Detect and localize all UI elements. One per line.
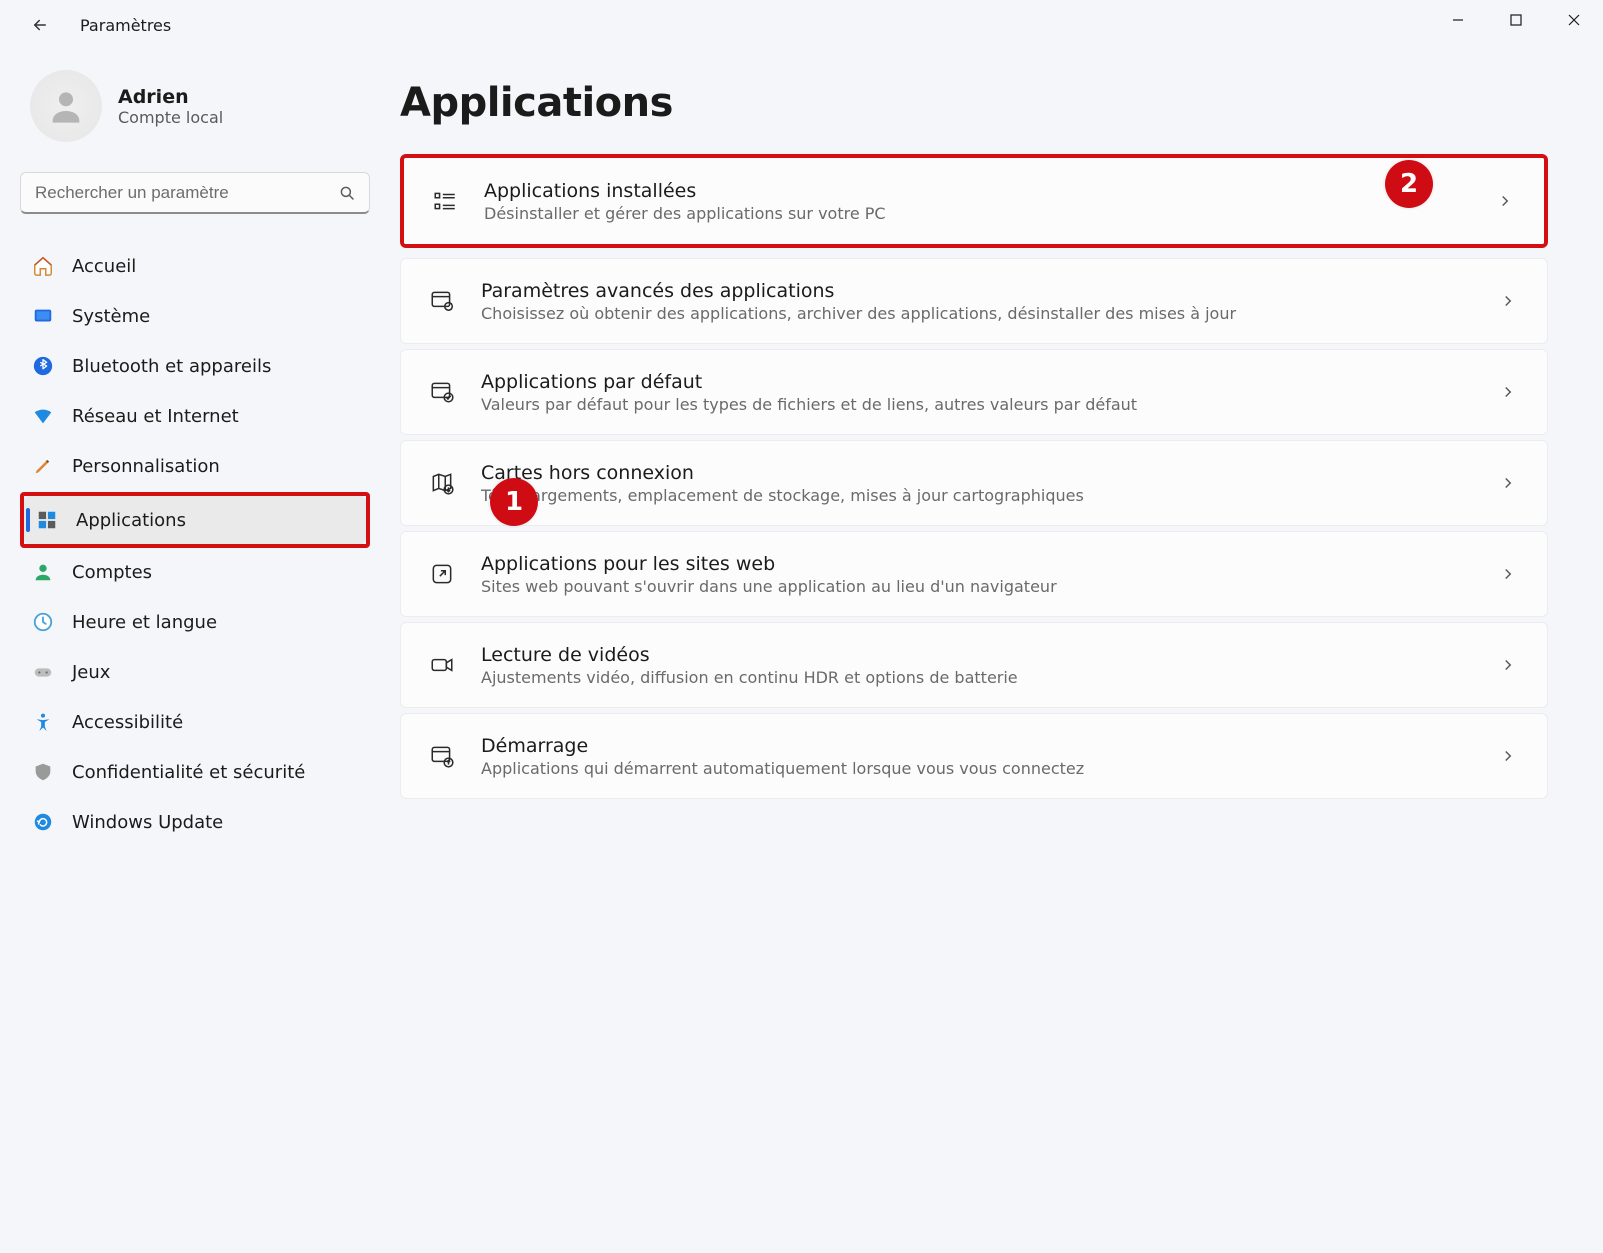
user-name: Adrien: [118, 86, 223, 108]
sidebar-item-label: Comptes: [72, 562, 152, 583]
chevron-right-icon: [1496, 192, 1514, 210]
sidebar-item-label: Accueil: [72, 256, 136, 277]
annotation-badge-2: 2: [1385, 160, 1433, 208]
paint-icon: [32, 455, 54, 477]
annotation-highlight-1: Applications: [20, 492, 370, 548]
minimize-button[interactable]: [1429, 0, 1487, 40]
card-startup[interactable]: Démarrage Applications qui démarrent aut…: [400, 713, 1548, 799]
card-offline-maps[interactable]: Cartes hors connexion Téléchargements, e…: [400, 440, 1548, 526]
update-icon: [32, 811, 54, 833]
user-sub: Compte local: [118, 108, 223, 127]
sidebar-item-label: Système: [72, 306, 150, 327]
search-input[interactable]: [20, 172, 370, 214]
page-title: Applications: [400, 80, 1548, 126]
card-title: Applications installées: [484, 180, 1472, 202]
window-check-icon: [427, 377, 457, 407]
map-download-icon: [427, 468, 457, 498]
card-sub: Ajustements vidéo, diffusion en continu …: [481, 668, 1475, 687]
sidebar-item-personnalisation[interactable]: Personnalisation: [20, 442, 370, 490]
card-title: Applications par défaut: [481, 371, 1475, 393]
gamepad-icon: [32, 661, 54, 683]
chevron-right-icon: [1499, 474, 1517, 492]
clock-icon: [32, 611, 54, 633]
account-icon: [32, 561, 54, 583]
card-title: Lecture de vidéos: [481, 644, 1475, 666]
apps-icon: [36, 509, 58, 531]
sidebar: Adrien Compte local Accueil Système: [0, 50, 390, 1253]
sidebar-item-label: Windows Update: [72, 812, 223, 833]
sidebar-item-label: Bluetooth et appareils: [72, 356, 271, 377]
sidebar-item-label: Heure et langue: [72, 612, 217, 633]
close-button[interactable]: [1545, 0, 1603, 40]
wifi-icon: [32, 405, 54, 427]
chevron-right-icon: [1499, 383, 1517, 401]
card-sub: Désinstaller et gérer des applications s…: [484, 204, 1472, 223]
card-title: Applications pour les sites web: [481, 553, 1475, 575]
card-video-playback[interactable]: Lecture de vidéos Ajustements vidéo, dif…: [400, 622, 1548, 708]
card-title: Démarrage: [481, 735, 1475, 757]
sidebar-item-confidentialite[interactable]: Confidentialité et sécurité: [20, 748, 370, 796]
card-advanced-app-settings[interactable]: Paramètres avancés des applications Choi…: [400, 258, 1548, 344]
sidebar-item-reseau[interactable]: Réseau et Internet: [20, 392, 370, 440]
open-external-icon: [427, 559, 457, 589]
avatar: [30, 70, 102, 142]
card-title: Cartes hors connexion: [481, 462, 1475, 484]
card-default-apps[interactable]: Applications par défaut Valeurs par défa…: [400, 349, 1548, 435]
annotation-badge-1: 1: [490, 478, 538, 526]
sidebar-item-label: Réseau et Internet: [72, 406, 239, 427]
card-title: Paramètres avancés des applications: [481, 280, 1475, 302]
startup-icon: [427, 741, 457, 771]
title-bar: Paramètres: [0, 0, 1603, 50]
sidebar-item-comptes[interactable]: Comptes: [20, 548, 370, 596]
sidebar-item-applications[interactable]: Applications: [24, 496, 366, 544]
sidebar-item-bluetooth[interactable]: Bluetooth et appareils: [20, 342, 370, 390]
card-apps-websites[interactable]: Applications pour les sites web Sites we…: [400, 531, 1548, 617]
sidebar-item-heure[interactable]: Heure et langue: [20, 598, 370, 646]
search-icon: [338, 184, 356, 202]
home-icon: [32, 255, 54, 277]
sidebar-item-systeme[interactable]: Système: [20, 292, 370, 340]
shield-icon: [32, 761, 54, 783]
card-sub: Téléchargements, emplacement de stockage…: [481, 486, 1475, 505]
user-block[interactable]: Adrien Compte local: [20, 70, 370, 142]
back-button[interactable]: [20, 5, 60, 45]
bluetooth-icon: [32, 355, 54, 377]
sidebar-item-windows-update[interactable]: Windows Update: [20, 798, 370, 846]
sidebar-item-jeux[interactable]: Jeux: [20, 648, 370, 696]
main-panel: Applications Applications installées Dés…: [390, 50, 1603, 1253]
sidebar-item-label: Accessibilité: [72, 712, 183, 733]
card-sub: Sites web pouvant s'ouvrir dans une appl…: [481, 577, 1475, 596]
chevron-right-icon: [1499, 656, 1517, 674]
video-icon: [427, 650, 457, 680]
window-title: Paramètres: [80, 16, 171, 35]
chevron-right-icon: [1499, 565, 1517, 583]
sidebar-item-label: Personnalisation: [72, 456, 220, 477]
window-gear-icon: [427, 286, 457, 316]
list-icon: [430, 186, 460, 216]
card-installed-apps[interactable]: Applications installées Désinstaller et …: [404, 158, 1544, 244]
sidebar-nav: Accueil Système Bluetooth et appareils R…: [20, 242, 370, 846]
card-sub: Applications qui démarrent automatiqueme…: [481, 759, 1475, 778]
card-sub: Valeurs par défaut pour les types de fic…: [481, 395, 1475, 414]
maximize-button[interactable]: [1487, 0, 1545, 40]
chevron-right-icon: [1499, 747, 1517, 765]
sidebar-item-label: Applications: [76, 510, 186, 531]
accessibility-icon: [32, 711, 54, 733]
sidebar-item-accessibilite[interactable]: Accessibilité: [20, 698, 370, 746]
sidebar-item-label: Jeux: [72, 662, 110, 683]
card-sub: Choisissez où obtenir des applications, …: [481, 304, 1475, 323]
sidebar-item-label: Confidentialité et sécurité: [72, 762, 305, 783]
annotation-highlight-2: Applications installées Désinstaller et …: [400, 154, 1548, 248]
system-icon: [32, 305, 54, 327]
sidebar-item-accueil[interactable]: Accueil: [20, 242, 370, 290]
chevron-right-icon: [1499, 292, 1517, 310]
